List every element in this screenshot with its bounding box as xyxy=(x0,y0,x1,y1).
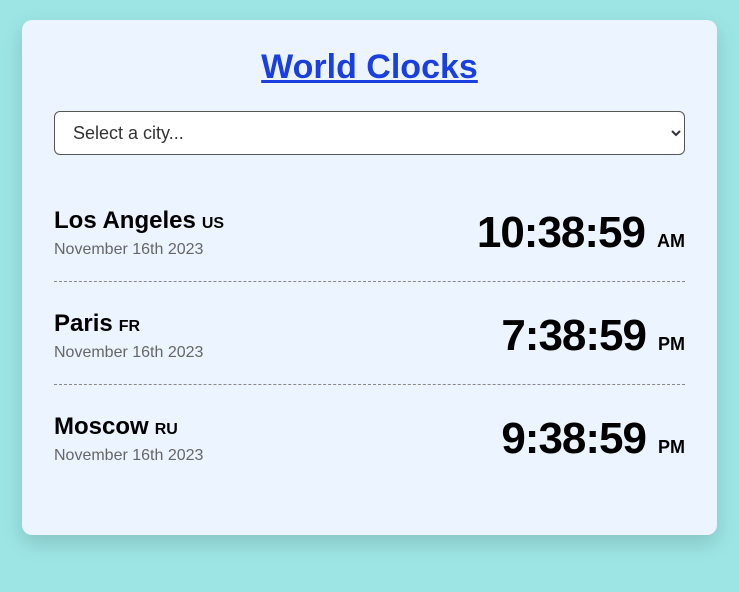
clock-row: Moscow RU November 16th 2023 9:38:59 PM xyxy=(54,384,685,487)
city-line: Paris FR xyxy=(54,310,203,338)
page-title-link[interactable]: World Clocks xyxy=(261,48,478,86)
country-code: RU xyxy=(155,421,178,439)
ampm-label: PM xyxy=(658,334,685,355)
ampm-label: PM xyxy=(658,437,685,458)
clock-row: Paris FR November 16th 2023 7:38:59 PM xyxy=(54,281,685,384)
city-name: Los Angeles xyxy=(54,207,196,235)
date-label: November 16th 2023 xyxy=(54,447,203,465)
city-name: Paris xyxy=(54,310,113,338)
time-value: 7:38:59 xyxy=(501,311,646,361)
ampm-label: AM xyxy=(657,231,685,252)
city-line: Moscow RU xyxy=(54,413,203,441)
country-code: US xyxy=(202,215,224,233)
clock-right: 9:38:59 PM xyxy=(501,414,685,464)
date-label: November 16th 2023 xyxy=(54,241,224,259)
time-value: 10:38:59 xyxy=(477,208,645,258)
clock-row: Los Angeles US November 16th 2023 10:38:… xyxy=(54,179,685,281)
world-clocks-card: World Clocks Select a city... Los Angele… xyxy=(22,20,717,535)
clock-left: Paris FR November 16th 2023 xyxy=(54,310,203,362)
city-line: Los Angeles US xyxy=(54,207,224,235)
clock-right: 10:38:59 AM xyxy=(477,208,685,258)
time-value: 9:38:59 xyxy=(501,414,646,464)
page-title-wrap: World Clocks xyxy=(54,48,685,87)
city-name: Moscow xyxy=(54,413,149,441)
clock-right: 7:38:59 PM xyxy=(501,311,685,361)
clock-list: Los Angeles US November 16th 2023 10:38:… xyxy=(54,179,685,487)
clock-left: Moscow RU November 16th 2023 xyxy=(54,413,203,465)
clock-left: Los Angeles US November 16th 2023 xyxy=(54,207,224,259)
country-code: FR xyxy=(119,318,140,336)
city-select[interactable]: Select a city... xyxy=(54,111,685,155)
date-label: November 16th 2023 xyxy=(54,344,203,362)
